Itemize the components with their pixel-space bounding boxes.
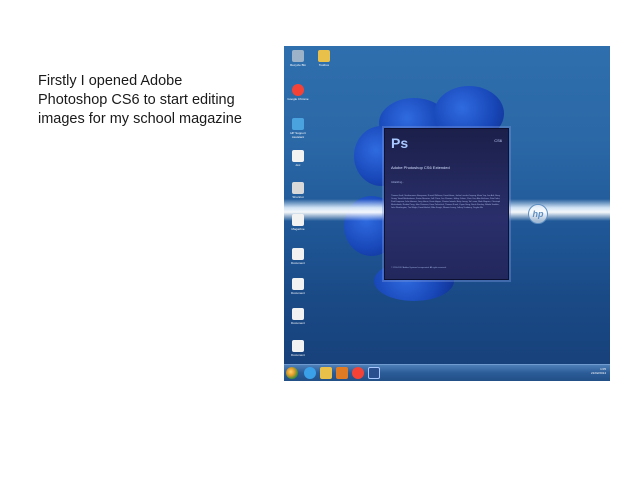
loading-status: Initializing... (391, 181, 405, 184)
document-icon[interactable]: doc (286, 150, 310, 167)
copyright-text: © 1990-2012 Adobe Systems Incorporated. … (391, 267, 447, 269)
clock-date: 21/02/2014 (590, 371, 606, 375)
folder-icon[interactable] (320, 367, 332, 379)
media-player-icon[interactable] (336, 367, 348, 379)
hp-logo: hp (528, 204, 548, 224)
start-orb-icon[interactable] (286, 367, 298, 379)
credits-text: Thomas Knoll, Seetharaman Narayanan, Rus… (391, 195, 501, 209)
photoshop-splash-screen: Ps CS6 Adobe Photoshop CS6 Extended Init… (384, 128, 509, 280)
document-icon[interactable]: Document (286, 278, 310, 295)
photoshop-logo: Ps (391, 135, 409, 151)
document-icon[interactable]: Document (286, 340, 310, 357)
desktop-screenshot: hp Recycle Bin Toolbox Google Chrome HP … (284, 46, 610, 381)
document-icon[interactable]: Document (286, 308, 310, 325)
chrome-icon[interactable] (352, 367, 364, 379)
document-icon[interactable]: Document (286, 248, 310, 265)
photoshop-taskbar-icon[interactable] (368, 367, 380, 379)
system-tray-clock[interactable]: 1:05 21/02/2014 (591, 367, 606, 375)
version-label: CS6 (494, 138, 502, 143)
toolbox-icon[interactable]: Toolbox (312, 50, 336, 67)
shortcut-icon[interactable]: Shortcut (286, 182, 310, 199)
caption-line: Firstly I opened Adobe (38, 73, 183, 89)
taskbar: 1:05 21/02/2014 (284, 364, 610, 381)
splash-title: Adobe Photoshop CS6 Extended (391, 165, 450, 170)
hp-support-icon[interactable]: HP Support Assistant (286, 118, 310, 139)
caption-line: Photoshop CS6 to start editing (38, 92, 235, 108)
slide-caption: Firstly I opened Adobe Photoshop CS6 to … (38, 72, 268, 129)
ie-icon[interactable] (304, 367, 316, 379)
recycle-bin-icon[interactable]: Recycle Bin (286, 50, 310, 67)
document-icon[interactable]: Magazine (286, 214, 310, 231)
chrome-icon[interactable]: Google Chrome (286, 84, 310, 101)
caption-line: images for my school magazine (38, 111, 242, 127)
